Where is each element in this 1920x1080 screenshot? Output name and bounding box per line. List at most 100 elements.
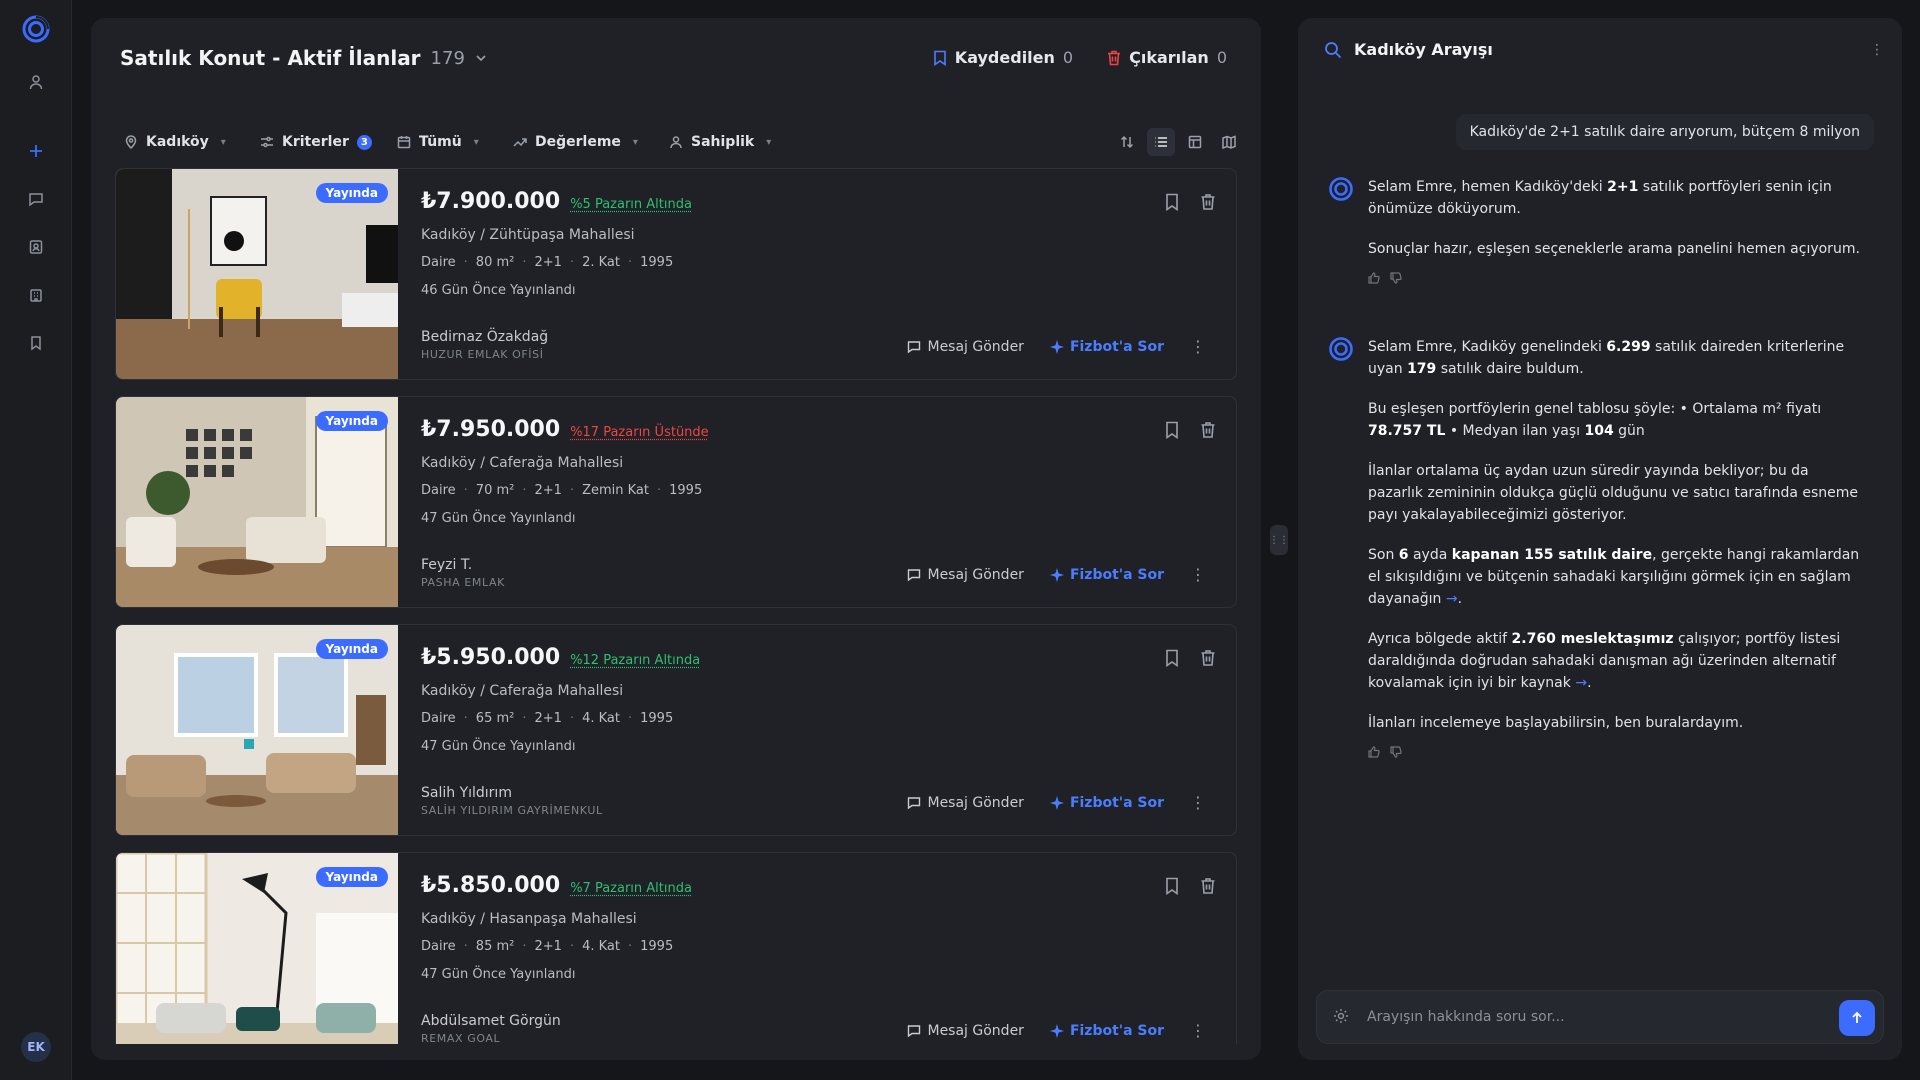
arrow-right-icon[interactable]: → [1446, 591, 1458, 607]
agent-name: Salih Yıldırım [421, 785, 512, 801]
arrow-right-icon[interactable]: → [1575, 675, 1587, 691]
text-paragraph: Sonuçlar hazır, eşleşen seçeneklerle ara… [1368, 241, 1860, 257]
thumbs-up-icon[interactable] [1368, 746, 1380, 758]
removed-listings-button[interactable]: Çıkarılan 0 [1107, 48, 1227, 67]
listing-price: ₺5.850.000 [421, 873, 561, 898]
bookmark-icon[interactable] [1164, 649, 1180, 667]
app-logo-icon[interactable] [21, 14, 51, 44]
message-icon [908, 568, 921, 581]
filter-date[interactable]: Tümü ▾ [397, 134, 479, 150]
send-button[interactable] [1839, 1000, 1875, 1036]
removed-label: Çıkarılan [1129, 48, 1209, 67]
ask-fizbot-label: Fizbot'a Sor [1069, 338, 1164, 355]
card-actions [1164, 421, 1216, 439]
send-message-button[interactable]: Mesaj Gönder [907, 794, 1024, 811]
person-icon [670, 136, 682, 149]
listing-photo[interactable]: Yayında [116, 397, 398, 607]
filter-location[interactable]: Kadıköy ▾ [124, 134, 226, 150]
bookmark-icon[interactable] [1164, 421, 1180, 439]
chat-more-options-icon[interactable]: ⋮ [1870, 42, 1884, 58]
more-options-icon[interactable]: ⋮ [1190, 565, 1206, 584]
map-view-icon[interactable] [1215, 128, 1243, 156]
agent-info: Salih Yıldırım SALİH YILDIRIM GAYRİMENKU… [421, 785, 603, 817]
listing-card[interactable]: Yayında ₺7.900.000 %5 Pazarın Altında Ka… [115, 168, 1237, 380]
filter-valuation[interactable]: Değerleme ▾ [513, 134, 638, 150]
assistant-message-text: Selam Emre, Kadıköy genelindeki 6.299 sa… [1368, 336, 1868, 758]
agent-name: Bedirnaz Özakdağ [421, 329, 549, 345]
filter-ownership[interactable]: Sahiplik ▾ [669, 134, 771, 150]
chat-input[interactable] [1367, 1005, 1807, 1029]
separator-dot: · [657, 483, 662, 498]
panel-resize-handle[interactable]: ⋮⋮ [1269, 525, 1289, 555]
ask-fizbot-button[interactable]: Fizbot'a Sor [1049, 1023, 1164, 1039]
agent-office: REMAX GOAL [421, 1032, 501, 1044]
spec-area: 85 m² [475, 939, 515, 954]
sort-icon[interactable] [1113, 128, 1141, 156]
ask-fizbot-button[interactable]: Fizbot'a Sor [1049, 338, 1164, 355]
sparkle-icon [1049, 339, 1064, 354]
send-message-button[interactable]: Mesaj Gönder [907, 1022, 1024, 1039]
new-chat-icon[interactable] [22, 137, 50, 165]
more-options-icon[interactable]: ⋮ [1190, 337, 1206, 356]
listing-card[interactable]: Yayında ₺7.950.000 %17 Pazarın Üstünde K… [115, 396, 1237, 608]
trash-icon[interactable] [1200, 193, 1216, 211]
listing-photo[interactable]: Yayında [116, 853, 398, 1044]
trash-icon[interactable] [1200, 877, 1216, 895]
ask-fizbot-label: Fizbot'a Sor [1069, 794, 1164, 811]
text-strong: 6 [1398, 547, 1409, 563]
messages-icon[interactable] [22, 185, 50, 213]
listing-card[interactable]: Yayında ₺5.850.000 %7 Pazarın Altında Ka… [115, 852, 1237, 1044]
separator-dot: · [627, 255, 633, 270]
chevron-down-icon: ▾ [766, 136, 772, 148]
table-view-icon[interactable] [1181, 128, 1209, 156]
send-message-label: Mesaj Gönder [927, 1022, 1024, 1039]
listing-photo[interactable]: Yayında [116, 625, 398, 835]
thumbs-down-icon[interactable] [1390, 746, 1402, 758]
map-pin-icon [125, 135, 137, 149]
filter-criteria[interactable]: Kriterler 3 [260, 134, 372, 150]
chat-composer [1316, 990, 1884, 1044]
send-message-button[interactable]: Mesaj Gönder [907, 339, 1024, 355]
market-diff-badge[interactable]: %17 Pazarın Üstünde [570, 425, 708, 440]
bookmark-icon[interactable] [1164, 877, 1180, 895]
ask-fizbot-button[interactable]: Fizbot'a Sor [1049, 567, 1164, 583]
trash-icon[interactable] [1200, 421, 1216, 439]
removed-count: 0 [1216, 48, 1227, 67]
thumbs-down-icon[interactable] [1390, 272, 1402, 284]
saved-count: 0 [1062, 48, 1074, 67]
bookmark-icon[interactable] [1164, 193, 1180, 211]
listing-card[interactable]: Yayında ₺5.950.000 %12 Pazarın Altında K… [115, 624, 1237, 836]
market-diff-badge[interactable]: %7 Pazarın Altında [570, 881, 692, 896]
ask-fizbot-button[interactable]: Fizbot'a Sor [1049, 794, 1164, 811]
contacts-icon[interactable] [22, 233, 50, 261]
listing-photo[interactable]: Yayında [116, 169, 398, 379]
list-view-icon[interactable] [1147, 128, 1175, 156]
saved-listings-button[interactable]: Kaydedilen 0 [933, 48, 1073, 67]
spec-year: 1995 [640, 255, 674, 270]
user-avatar[interactable]: EK [21, 1032, 51, 1062]
more-options-icon[interactable]: ⋮ [1190, 793, 1206, 812]
separator-dot: · [627, 939, 633, 954]
send-message-label: Mesaj Gönder [927, 794, 1024, 811]
market-diff-badge[interactable]: %12 Pazarın Altında [570, 653, 700, 668]
card-actions [1164, 193, 1216, 211]
buildings-icon[interactable] [22, 281, 50, 309]
spec-floor: Zemin Kat [582, 483, 649, 498]
listing-price: ₺7.900.000 [421, 189, 561, 214]
gear-icon[interactable] [1333, 1008, 1349, 1024]
listing-specs: Daire · 65 m² · 2+1 · 4. Kat · 1995 [421, 711, 673, 726]
message-icon [908, 1024, 921, 1037]
text-span: Selam Emre, Kadıköy genelindeki [1368, 339, 1607, 355]
sparkle-icon [1049, 567, 1064, 582]
more-options-icon[interactable]: ⋮ [1190, 1021, 1206, 1040]
send-message-button[interactable]: Mesaj Gönder [907, 567, 1024, 583]
calendar-icon [397, 136, 411, 149]
profile-icon[interactable] [22, 68, 50, 96]
listings-title-dropdown[interactable]: Satılık Konut - Aktif İlanlar 179 [120, 46, 487, 70]
status-badge: Yayında [315, 183, 388, 203]
market-diff-badge[interactable]: %5 Pazarın Altında [570, 197, 692, 212]
trash-icon[interactable] [1200, 649, 1216, 667]
bookmarks-icon[interactable] [22, 329, 50, 357]
assistant-message: Selam Emre, hemen Kadıköy'deki 2+1 satıl… [1328, 176, 1860, 326]
thumbs-up-icon[interactable] [1368, 272, 1380, 284]
